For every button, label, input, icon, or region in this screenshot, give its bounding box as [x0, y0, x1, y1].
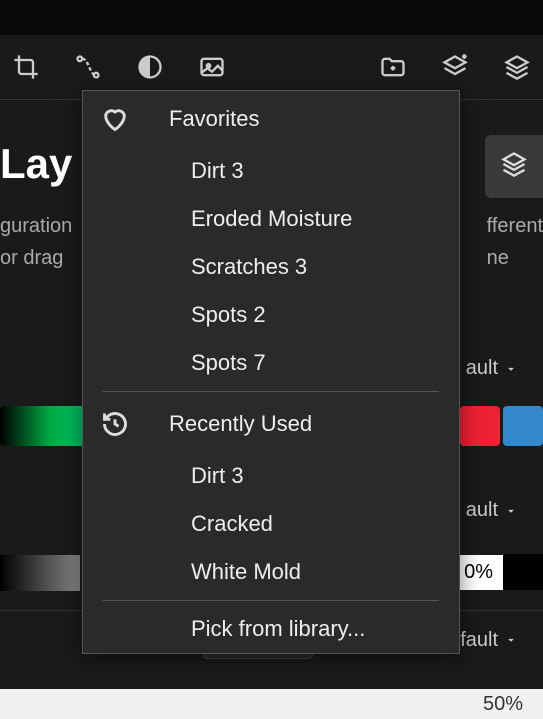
- layers-add-icon[interactable]: [439, 51, 471, 83]
- page-subtitle-right: fferent ne: [487, 210, 543, 274]
- window-titlebar: [0, 0, 543, 35]
- swatch-blue[interactable]: [503, 406, 543, 446]
- folder-add-icon[interactable]: [377, 51, 409, 83]
- opacity-row: 0%: [454, 554, 543, 590]
- history-icon: [101, 410, 129, 438]
- swatch-magenta[interactable]: [460, 406, 500, 446]
- recent-header: Recently Used: [83, 396, 459, 452]
- image-add-icon[interactable]: [196, 51, 228, 83]
- layers-icon[interactable]: [501, 51, 533, 83]
- menu-item-eroded-moisture[interactable]: Eroded Moisture: [83, 195, 459, 243]
- menu-divider-2: [103, 600, 439, 601]
- favorites-label: Favorites: [169, 106, 259, 132]
- resource-picker-menu: Favorites Dirt 3 Eroded Moisture Scratch…: [82, 90, 460, 654]
- path-icon[interactable]: [72, 51, 104, 83]
- timeline-value: 50%: [483, 693, 523, 716]
- gray-gradient[interactable]: [0, 555, 80, 591]
- heart-icon: [101, 105, 129, 133]
- opacity-value[interactable]: 0%: [454, 555, 503, 590]
- timeline-bar[interactable]: 50%: [0, 689, 543, 719]
- color-swatches: [460, 406, 543, 446]
- menu-item-dirt3[interactable]: Dirt 3: [83, 147, 459, 195]
- menu-item-spots2[interactable]: Spots 2: [83, 291, 459, 339]
- preset-select-2[interactable]: ault: [456, 494, 528, 527]
- active-panel-button[interactable]: [485, 135, 543, 198]
- crop-icon[interactable]: [10, 51, 42, 83]
- menu-item-cracked[interactable]: Cracked: [83, 500, 459, 548]
- menu-divider: [103, 391, 439, 392]
- preset-select-1[interactable]: ault: [456, 352, 528, 385]
- recent-label: Recently Used: [169, 411, 312, 437]
- color-well-black[interactable]: [503, 554, 543, 590]
- menu-item-recent-dirt3[interactable]: Dirt 3: [83, 452, 459, 500]
- page-title: Lay: [0, 140, 72, 188]
- page-subtitle-left: guration or drag: [0, 210, 72, 274]
- contrast-icon[interactable]: [134, 51, 166, 83]
- menu-item-spots7[interactable]: Spots 7: [83, 339, 459, 387]
- menu-item-scratches3[interactable]: Scratches 3: [83, 243, 459, 291]
- menu-item-pick-library[interactable]: Pick from library...: [83, 605, 459, 653]
- menu-item-white-mold[interactable]: White Mold: [83, 548, 459, 596]
- favorites-header: Favorites: [83, 91, 459, 147]
